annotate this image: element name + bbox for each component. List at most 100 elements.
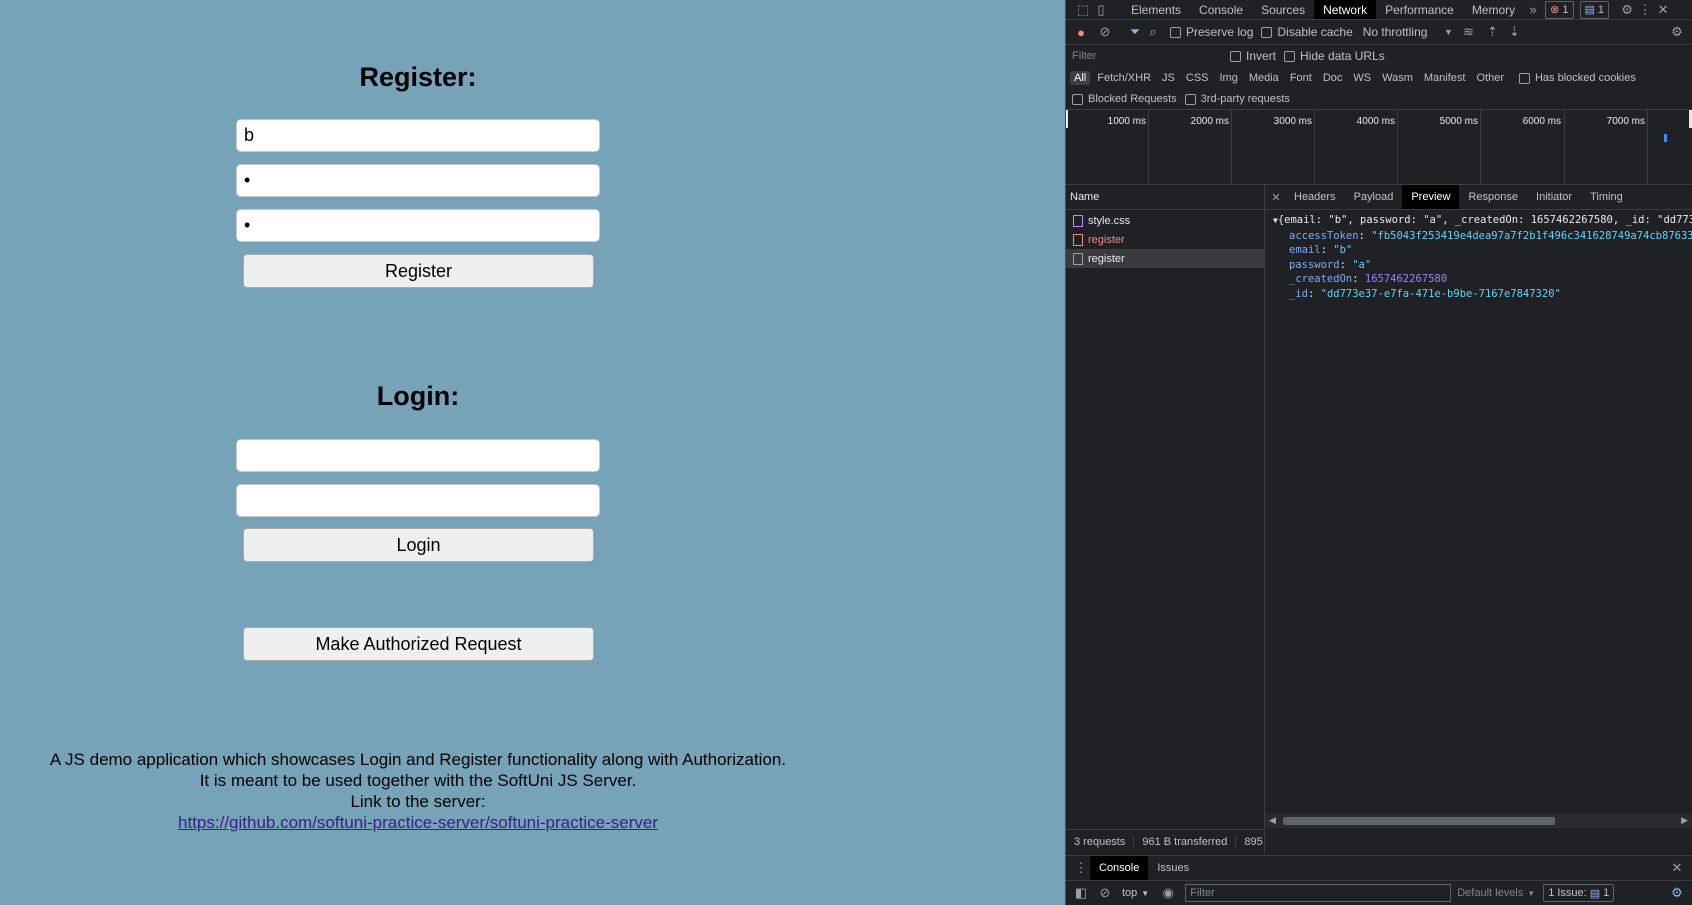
request-list: Name style.css register register — [1066, 185, 1265, 828]
message-badge[interactable]: ▤ 1 — [1579, 0, 1610, 19]
search-icon[interactable]: ⌕ — [1144, 23, 1162, 41]
close-devtools-icon[interactable]: ✕ — [1654, 1, 1672, 19]
scroll-right-icon[interactable]: ▶ — [1681, 815, 1688, 826]
console-settings-icon[interactable]: ⚙ — [1668, 884, 1686, 902]
tab-performance[interactable]: Performance — [1376, 0, 1463, 19]
error-icon: ⊗ — [1550, 4, 1560, 16]
clear-icon[interactable]: ⊘ — [1096, 23, 1114, 41]
issues-badge[interactable]: 1 Issue: ▤ 1 — [1543, 884, 1615, 902]
tab-elements[interactable]: Elements — [1122, 0, 1190, 19]
error-badge[interactable]: ⊗ 1 — [1545, 0, 1574, 19]
throttling-select[interactable]: No throttling — [1363, 25, 1428, 39]
clear-console-icon[interactable]: ⊘ — [1096, 884, 1114, 902]
type-filter-row: All Fetch/XHR JS CSS Img Media Font Doc … — [1066, 67, 1692, 89]
settings-gear-icon[interactable]: ⚙ — [1618, 1, 1636, 19]
drawer-tab-console[interactable]: Console — [1090, 856, 1149, 880]
tab-network[interactable]: Network — [1314, 0, 1377, 19]
sidebar-toggle-icon[interactable]: ◧ — [1072, 884, 1090, 902]
detail-tab-bar: ✕ Headers Payload Preview Response Initi… — [1265, 185, 1692, 210]
context-select[interactable]: top — [1122, 887, 1137, 899]
request-row-style-css[interactable]: style.css — [1066, 211, 1264, 230]
network-settings-icon[interactable]: ⚙ — [1668, 23, 1686, 41]
record-icon[interactable]: ● — [1072, 23, 1090, 41]
type-filter-all[interactable]: All — [1070, 71, 1091, 85]
type-filter-ws[interactable]: WS — [1349, 71, 1375, 85]
request-row-register-selected[interactable]: register — [1066, 249, 1264, 268]
register-repeat-password-input[interactable]: • — [236, 209, 600, 242]
more-tabs-icon[interactable]: » — [1524, 1, 1542, 19]
scrollbar-thumb[interactable] — [1283, 817, 1555, 825]
type-filter-media[interactable]: Media — [1245, 71, 1283, 85]
drawer-menu-icon[interactable]: ⋮ — [1072, 859, 1090, 877]
name-column-header[interactable]: Name — [1066, 185, 1264, 210]
detail-tab-response[interactable]: Response — [1459, 185, 1527, 209]
import-har-icon[interactable]: ⇡ — [1483, 23, 1501, 41]
hide-data-urls-checkbox[interactable] — [1284, 50, 1296, 62]
kebab-menu-icon[interactable]: ⋮ — [1636, 1, 1654, 19]
console-filter-input[interactable]: Filter — [1185, 884, 1452, 902]
detail-tab-preview[interactable]: Preview — [1402, 185, 1460, 209]
eye-icon[interactable]: ◉ — [1159, 884, 1177, 902]
disable-cache-checkbox[interactable] — [1261, 26, 1273, 38]
export-har-icon[interactable]: ⇣ — [1505, 23, 1523, 41]
tab-console[interactable]: Console — [1190, 0, 1252, 19]
request-count: 3 requests — [1074, 836, 1135, 848]
css-file-icon — [1073, 214, 1083, 227]
register-button[interactable]: Register — [243, 254, 594, 288]
server-link[interactable]: https://github.com/softuni-practice-serv… — [178, 813, 658, 832]
register-password-input[interactable]: • — [236, 164, 600, 197]
tab-sources[interactable]: Sources — [1252, 0, 1314, 19]
description-line-1: A JS demo application which showcases Lo… — [49, 750, 787, 769]
web-page: Register: b • • Register Login: Login Ma… — [0, 0, 1065, 905]
close-drawer-icon[interactable]: ✕ — [1668, 859, 1686, 877]
device-toolbar-icon[interactable]: ▯ — [1092, 1, 1110, 19]
log-levels-select[interactable]: Default levels — [1457, 887, 1523, 899]
type-filter-manifest[interactable]: Manifest — [1420, 71, 1470, 85]
timeline-overview[interactable]: 1000 ms 2000 ms 3000 ms 4000 ms 5000 ms … — [1066, 110, 1692, 185]
login-password-input[interactable] — [236, 484, 600, 517]
scroll-left-icon[interactable]: ◀ — [1269, 815, 1276, 826]
has-blocked-cookies-checkbox[interactable] — [1518, 72, 1530, 84]
drawer-tab-bar: ⋮ Console Issues ✕ — [1066, 855, 1692, 880]
filter-input[interactable]: Filter — [1070, 48, 1222, 64]
filter-icon[interactable]: ⏷ — [1126, 23, 1144, 41]
third-party-label: 3rd-party requests — [1200, 93, 1290, 105]
request-row-register-failed[interactable]: register — [1066, 230, 1264, 249]
tab-memory[interactable]: Memory — [1463, 0, 1524, 19]
make-authorized-request-button[interactable]: Make Authorized Request — [243, 627, 594, 661]
invert-checkbox[interactable] — [1230, 50, 1241, 62]
json-summary-row[interactable]: ▼{email: "b", password: "a", _createdOn:… — [1273, 213, 1692, 229]
third-party-checkbox[interactable] — [1184, 93, 1196, 105]
login-button[interactable]: Login — [243, 528, 594, 562]
network-conditions-icon[interactable]: ≋ — [1459, 23, 1477, 41]
preserve-log-label: Preserve log — [1186, 25, 1254, 39]
close-details-icon[interactable]: ✕ — [1267, 188, 1285, 206]
detail-tab-timing[interactable]: Timing — [1581, 185, 1632, 209]
detail-tab-headers[interactable]: Headers — [1285, 185, 1345, 209]
type-filter-fetch-xhr[interactable]: Fetch/XHR — [1093, 71, 1155, 85]
preserve-log-checkbox[interactable] — [1170, 26, 1181, 38]
blocked-requests-checkbox[interactable] — [1072, 93, 1083, 105]
type-filter-js[interactable]: JS — [1158, 71, 1179, 85]
preview-horizontal-scrollbar[interactable]: ◀ ▶ — [1265, 814, 1692, 828]
json-preview: ▼{email: "b", password: "a", _createdOn:… — [1273, 213, 1692, 301]
has-blocked-cookies-label: Has blocked cookies — [1534, 72, 1636, 84]
detail-tab-initiator[interactable]: Initiator — [1527, 185, 1581, 209]
inspect-element-icon[interactable]: ⬚ — [1074, 1, 1092, 19]
type-filter-other[interactable]: Other — [1472, 71, 1508, 85]
json-key: _id — [1289, 287, 1308, 300]
issues-count: 1 — [1603, 887, 1610, 899]
type-filter-css[interactable]: CSS — [1182, 71, 1213, 85]
timeline-handle-left[interactable] — [1066, 110, 1068, 128]
detail-tab-payload[interactable]: Payload — [1345, 185, 1403, 209]
type-filter-wasm[interactable]: Wasm — [1378, 71, 1417, 85]
type-filter-font[interactable]: Font — [1286, 71, 1316, 85]
type-filter-doc[interactable]: Doc — [1319, 71, 1347, 85]
console-toolbar: ◧ ⊘ top ▼ ◉ Filter Default levels ▼ 1 Is… — [1066, 880, 1692, 905]
json-value: "fb5043f253419e4dea97a7f2b1f496c34162874… — [1371, 229, 1692, 242]
login-email-input[interactable] — [236, 439, 600, 472]
request-name: register — [1088, 233, 1125, 246]
type-filter-img[interactable]: Img — [1216, 71, 1242, 85]
register-email-input[interactable]: b — [236, 119, 600, 152]
drawer-tab-issues[interactable]: Issues — [1148, 856, 1198, 880]
